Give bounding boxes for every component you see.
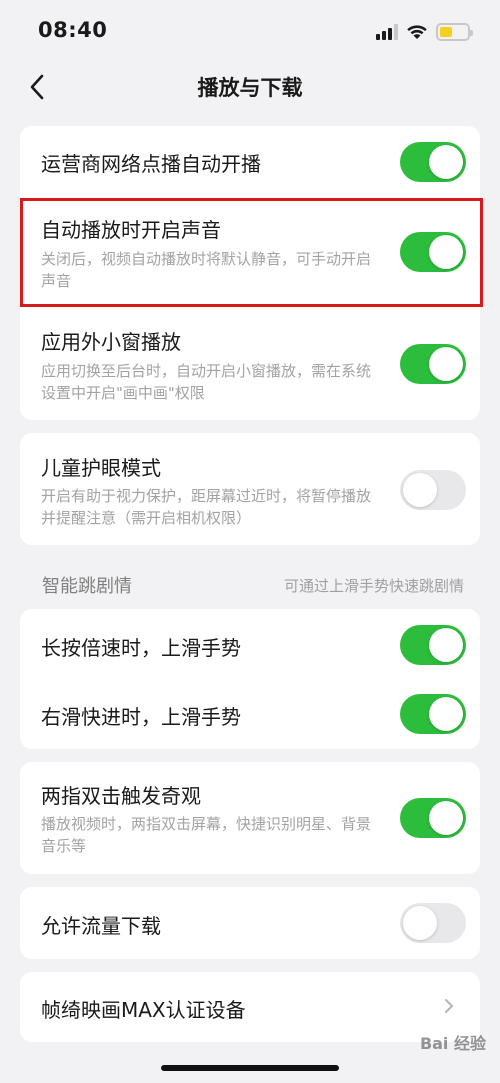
setting-row-mobile-download: 允许流量下载 [20, 887, 480, 959]
setting-description: 播放视频时，两指双击屏幕，快捷识别明星、背景音乐等 [41, 815, 372, 855]
setting-title: 两指双击触发奇观 [41, 784, 201, 808]
toggle-knob [403, 906, 437, 940]
page-title: 播放与下载 [197, 76, 303, 100]
smart-skip-card: 长按倍速时，上滑手势 右滑快进时，上滑手势 [20, 609, 480, 749]
pip-toggle[interactable] [400, 344, 466, 384]
toggle-knob [429, 145, 463, 179]
toggle-knob [429, 801, 463, 835]
setting-title: 帧绮映画MAX认证设备 [41, 998, 246, 1022]
watermark: Bai 经验 [419, 1034, 486, 1053]
toggle-knob [403, 473, 437, 507]
toggle-knob [429, 347, 463, 381]
setting-description: 应用切换至后台时，自动开启小窗播放，需在系统设置中开启"画中画"权限 [41, 362, 372, 402]
kids-eye-toggle[interactable] [400, 470, 466, 510]
status-time: 08:40 [38, 18, 108, 42]
max-device-card[interactable]: 帧绮映画MAX认证设备 [20, 972, 480, 1042]
setting-row-long-press: 长按倍速时，上滑手势 [20, 609, 480, 679]
kids-eye-card: 儿童护眼模式 开启有助于视力保护，距屏幕过近时，将暂停播放并提醒注意（需开启相机… [20, 433, 480, 545]
setting-title: 右滑快进时，上滑手势 [41, 705, 241, 729]
two-finger-toggle[interactable] [400, 798, 466, 838]
mobile-download-card: 允许流量下载 [20, 887, 480, 959]
setting-row-carrier-autoplay: 运营商网络点播自动开播 [20, 126, 480, 198]
highlight-annotation [20, 198, 483, 307]
setting-title: 应用外小窗播放 [41, 330, 181, 354]
two-finger-card: 两指双击触发奇观 播放视频时，两指双击屏幕，快捷识别明星、背景音乐等 [20, 762, 480, 874]
long-press-swipe-toggle[interactable] [400, 625, 466, 665]
setting-row-kids-eye: 儿童护眼模式 开启有助于视力保护，距屏幕过近时，将暂停播放并提醒注意（需开启相机… [20, 433, 480, 545]
section-hint-smart-skip: 可通过上滑手势快速跳剧情 [283, 577, 464, 595]
toggle-knob [429, 697, 463, 731]
setting-row-two-finger: 两指双击触发奇观 播放视频时，两指双击屏幕，快捷识别明星、背景音乐等 [20, 762, 480, 874]
status-icons [376, 21, 473, 43]
setting-title: 允许流量下载 [41, 914, 161, 938]
setting-title: 运营商网络点播自动开播 [41, 152, 261, 176]
nav-bar: 播放与下载 [0, 64, 500, 110]
setting-title: 长按倍速时，上滑手势 [41, 636, 241, 660]
status-bar: 08:40 [0, 0, 500, 64]
cellular-signal-icon [376, 24, 398, 40]
wifi-icon [407, 25, 427, 39]
battery-icon [436, 23, 473, 41]
carrier-autoplay-toggle[interactable] [400, 142, 466, 182]
setting-row-pip: 应用外小窗播放 应用切换至后台时，自动开启小窗播放，需在系统设置中开启"画中画"… [20, 306, 480, 420]
setting-row-swipe-right: 右滑快进时，上滑手势 [20, 679, 480, 749]
swipe-right-swipe-toggle[interactable] [400, 694, 466, 734]
home-indicator[interactable] [161, 1065, 339, 1071]
chevron-right-icon [445, 999, 453, 1013]
setting-title: 儿童护眼模式 [41, 456, 161, 480]
section-label-smart-skip: 智能跳剧情 [42, 576, 132, 597]
setting-row-max-device[interactable]: 帧绮映画MAX认证设备 [20, 972, 480, 1042]
toggle-knob [429, 628, 463, 662]
setting-description: 开启有助于视力保护，距屏幕过近时，将暂停播放并提醒注意（需开启相机权限） [41, 487, 372, 527]
mobile-download-toggle[interactable] [400, 903, 466, 943]
